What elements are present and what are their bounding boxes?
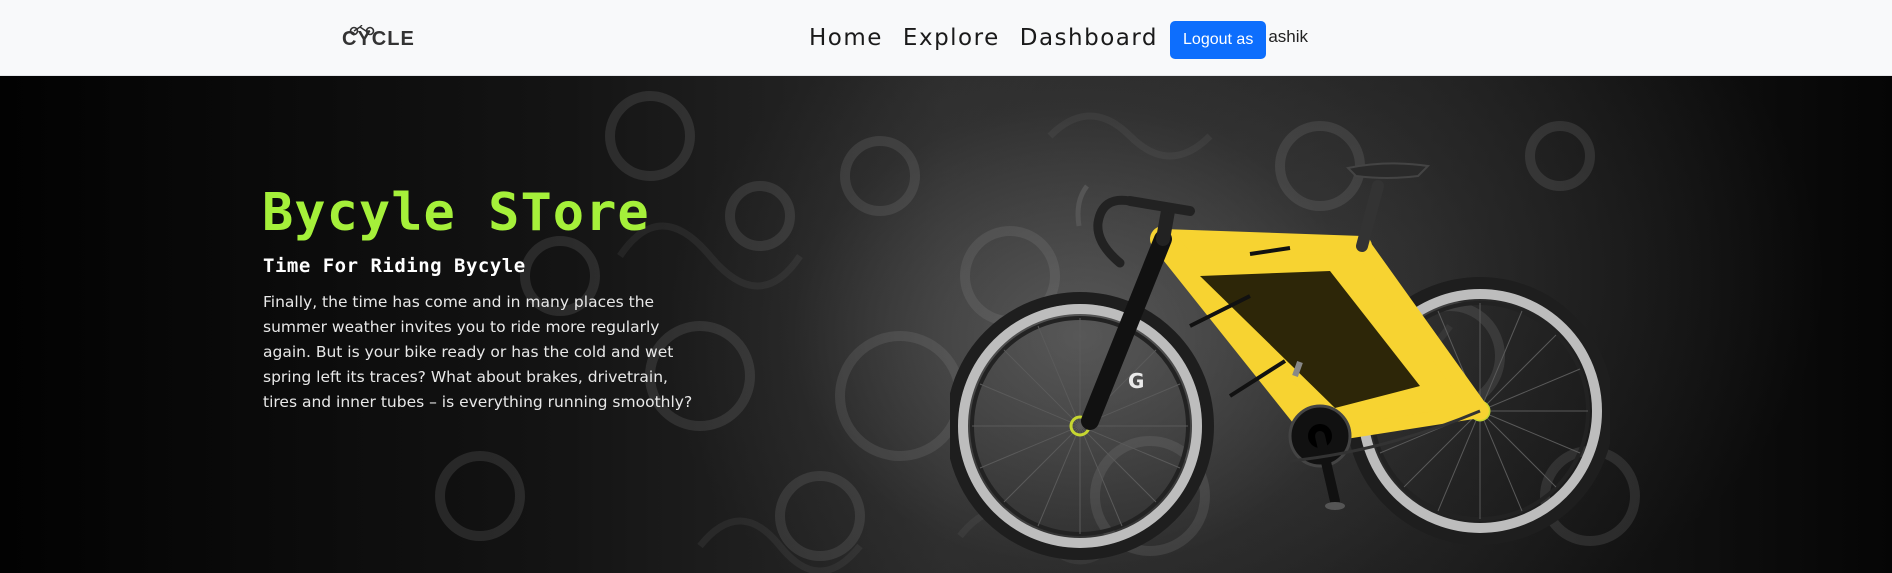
navbar: CYCLE Home Explore Dashboard Logout as a… (0, 0, 1892, 76)
hero-banner: Bycyle STore Time For Riding Bycyle Fina… (0, 76, 1892, 573)
nav-dashboard-link[interactable]: Dashboard (1020, 25, 1158, 51)
brand-logo[interactable]: CYCLE (340, 24, 420, 51)
nav-explore-link[interactable]: Explore (903, 25, 1000, 51)
hero-title: Bycyle STore (262, 183, 650, 243)
logo-text: CYCLE (342, 28, 415, 50)
username-label: ashik (1268, 27, 1308, 46)
svg-text:G: G (1128, 369, 1144, 393)
hero-subtitle: Time For Riding Bycyle (263, 255, 526, 277)
road-bicycle-illustration: G (950, 162, 1610, 560)
logout-button[interactable]: Logout as (1170, 20, 1267, 59)
seat-and-post (1345, 162, 1431, 252)
rear-wheel (950, 292, 1214, 560)
hero-description: Finally, the time has come and in many p… (263, 293, 693, 411)
nav-home-link[interactable]: Home (809, 25, 883, 51)
nav-links: Home Explore Dashboard Logout as ashik (809, 20, 1308, 59)
